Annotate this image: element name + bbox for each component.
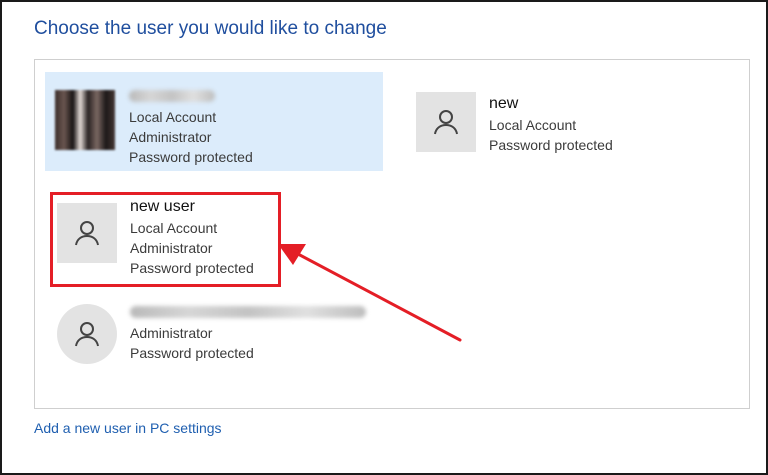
blurred-user-name [129,90,215,102]
person-icon [416,92,476,152]
annotation-highlight-box [50,192,281,287]
page-title: Choose the user you would like to change [34,18,387,39]
account-security: Password protected [489,137,613,153]
account-type: Local Account [489,117,577,133]
user-card-new[interactable]: new Local Account Password protected [405,82,685,162]
account-security: Password protected [130,345,254,361]
blurred-user-name [130,306,366,318]
user-card-1[interactable]: Local Account Administrator Password pro… [45,72,383,171]
account-role: Administrator [129,129,212,145]
add-user-link[interactable]: Add a new user in PC settings [34,420,222,436]
account-security: Password protected [129,149,253,165]
user-card-4[interactable]: Administrator Password protected [53,298,383,378]
account-type: Local Account [129,109,217,125]
account-role: Administrator [130,325,213,341]
user-name: new [489,95,519,112]
user-photo-avatar [55,90,115,150]
person-icon [57,304,117,364]
